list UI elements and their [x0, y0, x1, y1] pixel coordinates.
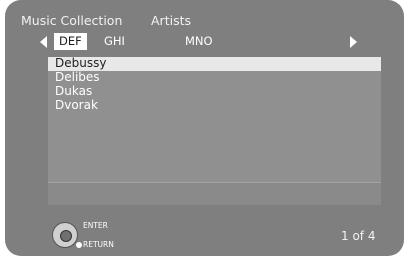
- dpad-icon: [52, 222, 78, 248]
- list-item-dvorak[interactable]: Dvorak: [48, 98, 381, 113]
- arrow-right-icon[interactable]: [350, 36, 357, 48]
- return-dot-icon: [76, 242, 82, 248]
- tab-def[interactable]: DEF: [54, 33, 87, 50]
- category-title: Artists: [151, 13, 191, 28]
- list-item-debussy[interactable]: Debussy: [48, 56, 381, 71]
- tab-mno[interactable]: MNO: [185, 34, 213, 48]
- page-title: Music Collection: [21, 13, 123, 28]
- list-item-label: Delibes: [55, 70, 100, 84]
- page-indicator: 1 of 4: [341, 229, 376, 243]
- list-bottom-band: [48, 182, 381, 205]
- list-item-label: Dvorak: [55, 98, 98, 112]
- arrow-left-icon[interactable]: [40, 36, 47, 48]
- tab-ghi[interactable]: GHI: [104, 34, 125, 48]
- enter-hint: ENTER: [83, 221, 108, 230]
- list-item-delibes[interactable]: Delibes: [48, 70, 381, 85]
- list-item-label: Dukas: [55, 84, 93, 98]
- return-hint: RETURN: [83, 240, 114, 249]
- music-screen: Music Collection Artists DEF GHI MNO Deb…: [5, 0, 404, 256]
- list-item-dukas[interactable]: Dukas: [48, 84, 381, 99]
- list-item-label: Debussy: [55, 56, 107, 70]
